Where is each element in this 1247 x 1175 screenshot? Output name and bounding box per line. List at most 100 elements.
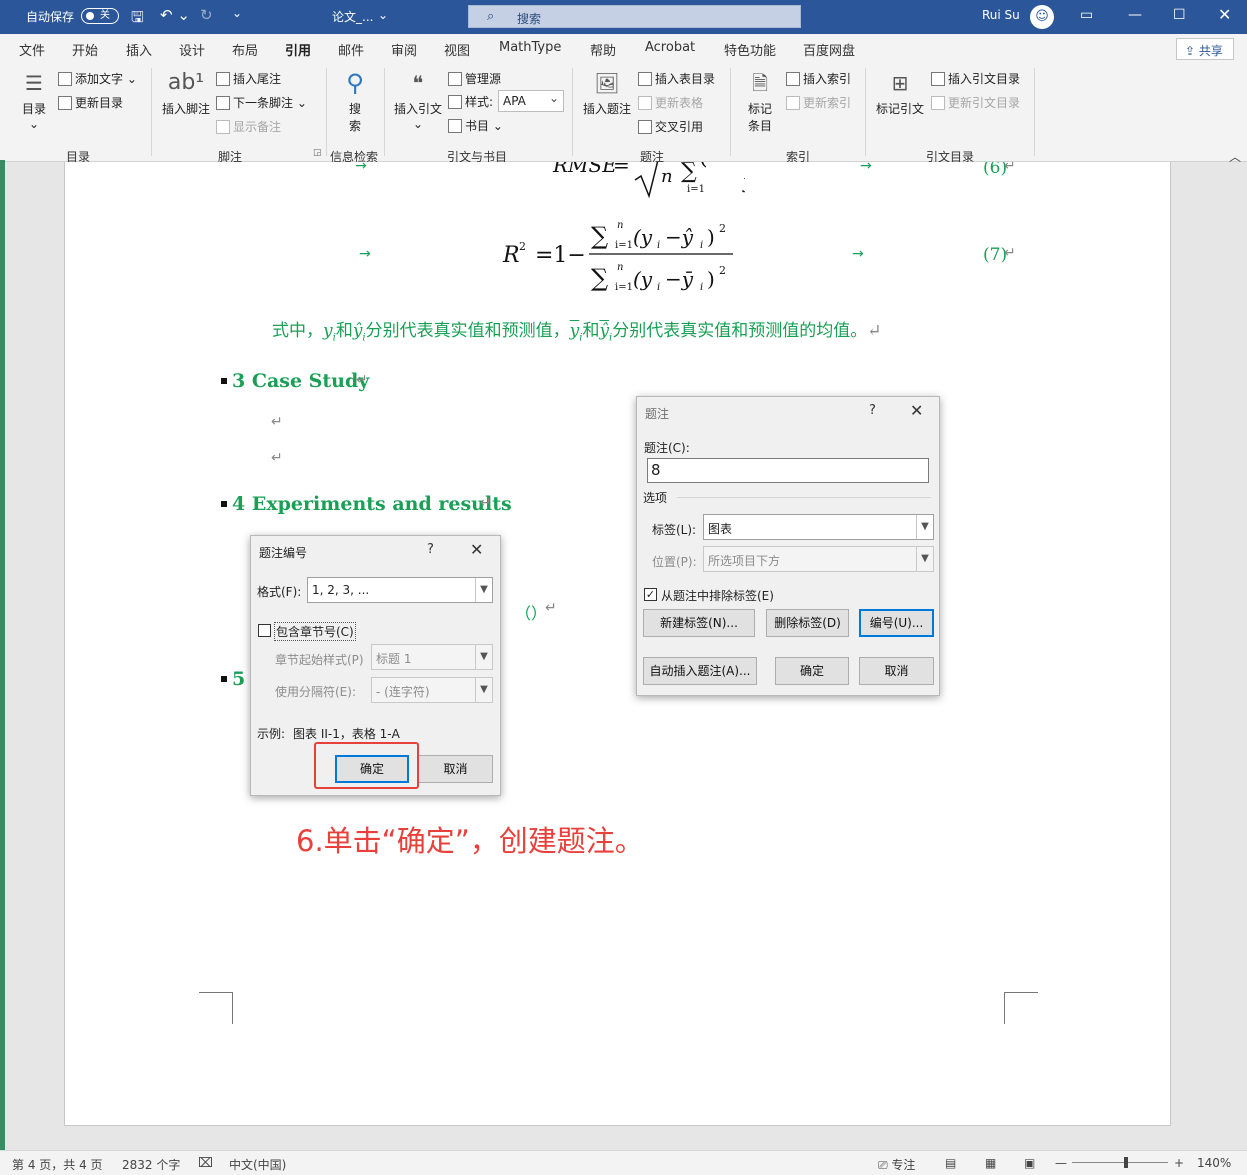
zoom-slider[interactable] — [1072, 1157, 1168, 1168]
update-toa-button[interactable]: 更新引文目录 — [931, 94, 1020, 111]
tab-mailings[interactable]: 邮件 — [338, 40, 364, 59]
document-title[interactable]: 论文_... — [332, 8, 373, 25]
tab-insert[interactable]: 插入 — [126, 40, 152, 59]
zoom-level[interactable]: 140% — [1197, 1156, 1231, 1170]
format-select[interactable]: 1, 2, 3, ... ▼ — [307, 577, 493, 603]
user-name[interactable]: Rui Su — [982, 8, 1020, 22]
insert-index-button[interactable]: 插入索引 — [786, 70, 851, 87]
manage-sources-icon — [448, 72, 462, 86]
focus-mode[interactable]: ⎚ 专注 — [878, 1156, 915, 1173]
close-icon[interactable]: ✕ — [1218, 5, 1231, 24]
mark-citation-button[interactable]: ⊞ 标记引文 — [874, 68, 926, 117]
maximize-icon[interactable]: ☐ — [1173, 7, 1186, 23]
update-toc-button[interactable]: 更新目录 — [58, 94, 123, 111]
label-select[interactable]: 图表 ▼ — [703, 514, 934, 540]
insert-footnote-button[interactable]: ab¹ 插入脚注 — [160, 68, 212, 117]
include-chapter-checkbox[interactable] — [258, 624, 271, 637]
read-mode-icon[interactable]: ▤ — [945, 1156, 956, 1170]
tab-features[interactable]: 特色功能 — [724, 40, 776, 59]
search-box[interactable]: ⌕ 搜索 — [468, 5, 801, 28]
separator-select[interactable]: - (连字符) ▼ — [371, 677, 493, 703]
save-icon[interactable]: 🖫 — [131, 7, 144, 32]
svg-text:n: n — [617, 262, 623, 273]
endnote-icon — [216, 72, 230, 86]
caption-text-input[interactable]: 8 — [647, 458, 929, 483]
divider — [677, 497, 931, 498]
title-dropdown-icon[interactable]: ⌄ — [378, 8, 388, 22]
tab-file[interactable]: 文件 — [19, 40, 45, 59]
tab-home[interactable]: 开始 — [72, 40, 98, 59]
update-toa-label: 更新引文目录 — [948, 96, 1021, 110]
zoom-in-icon[interactable]: + — [1174, 1156, 1184, 1170]
minimize-icon[interactable]: — — [1128, 7, 1142, 23]
numbering-cancel-button[interactable]: 取消 — [418, 755, 493, 783]
manage-sources-button[interactable]: 管理源 — [448, 70, 501, 87]
separator — [326, 68, 327, 156]
citation-style-select[interactable]: APA — [498, 90, 564, 112]
share-button[interactable]: ⇪ 共享 — [1176, 38, 1234, 60]
undo-icon[interactable]: ↶ ⌄ — [160, 6, 190, 24]
zoom-out-icon[interactable]: — — [1055, 1156, 1067, 1170]
proofing-icon[interactable]: ⌧ — [198, 1156, 213, 1171]
chapter-style-select[interactable]: 标题 1 ▼ — [371, 644, 493, 670]
word-count[interactable]: 2832 个字 — [122, 1156, 180, 1173]
language[interactable]: 中文(中国) — [229, 1156, 286, 1173]
caption-ok-button[interactable]: 确定 — [775, 657, 849, 685]
insert-caption-button[interactable]: 🖼 插入题注 — [580, 68, 634, 117]
autosave-toggle[interactable]: 关 — [81, 8, 119, 24]
tab-layout[interactable]: 布局 — [232, 40, 258, 59]
tab-acrobat[interactable]: Acrobat — [645, 40, 695, 55]
caption-label: 题注(C): — [644, 441, 690, 455]
tab-help[interactable]: 帮助 — [590, 40, 616, 59]
insert-endnote-button[interactable]: 插入尾注 — [216, 70, 281, 87]
update-index-icon — [786, 96, 800, 110]
toc-button[interactable]: ☰ 目录 ⌄ — [14, 68, 54, 131]
exclude-label-checkbox[interactable]: ✓ — [644, 588, 657, 601]
help-icon[interactable]: ? — [869, 403, 876, 418]
svg-text:i: i — [657, 240, 660, 251]
tab-references[interactable]: 引用 — [285, 40, 312, 65]
update-index-button[interactable]: 更新索引 — [786, 94, 851, 111]
cross-reference-button[interactable]: 交叉引用 — [638, 118, 703, 135]
next-footnote-button[interactable]: 下一条脚注 ⌄ — [216, 94, 307, 111]
tab-mathtype[interactable]: MathType — [499, 40, 561, 55]
web-layout-icon[interactable]: ▣ — [1024, 1156, 1035, 1170]
document-page[interactable]: RMSE = n ∑ i=1 ( y i → → (6) ↵ → R 2 =1−… — [64, 162, 1171, 1126]
chevron-down-icon: ▼ — [475, 645, 492, 669]
style-icon — [448, 95, 462, 109]
tab-baidu-netdisk[interactable]: 百度网盘 — [803, 40, 855, 59]
tab-design[interactable]: 设计 — [179, 40, 205, 59]
share-label: 共享 — [1198, 44, 1223, 58]
add-text-button[interactable]: 添加文字 ⌄ — [58, 70, 137, 87]
customize-qat-icon[interactable]: ⌄ — [232, 6, 242, 20]
search-ribbon-button[interactable]: ⚲ 搜索 — [336, 68, 374, 134]
bibliography-button[interactable]: 书目 ⌄ — [448, 117, 503, 134]
close-icon[interactable]: ✕ — [910, 401, 923, 420]
print-layout-icon[interactable]: ▦ — [985, 1156, 996, 1170]
mark-entry-button[interactable]: 🗎 标记条目 — [740, 68, 780, 134]
update-table-button[interactable]: 更新表格 — [638, 94, 703, 111]
position-select[interactable]: 所选项目下方 ▼ — [703, 546, 934, 572]
autocaption-button[interactable]: 自动插入题注(A)... — [643, 657, 757, 685]
zoom-slider-thumb[interactable] — [1124, 1157, 1128, 1168]
insert-table-of-figures-button[interactable]: 插入表目录 — [638, 70, 715, 87]
search-placeholder: 搜索 — [517, 12, 542, 26]
close-icon[interactable]: ✕ — [470, 540, 483, 559]
delete-label-button[interactable]: 删除标签(D) — [766, 609, 849, 637]
tab-review[interactable]: 审阅 — [391, 40, 417, 59]
insert-citation-button[interactable]: ❝ 插入引文 ⌄ — [392, 68, 444, 131]
include-chapter-label: 包含章节号(C) — [274, 622, 356, 641]
avatar[interactable]: ☺ — [1030, 5, 1054, 29]
insert-toa-button[interactable]: 插入引文目录 — [931, 70, 1020, 87]
ribbon-display-icon[interactable]: ▭ — [1080, 7, 1093, 23]
help-icon[interactable]: ? — [427, 542, 434, 557]
share-icon: ⇪ — [1185, 44, 1199, 58]
caption-cancel-button[interactable]: 取消 — [859, 657, 934, 685]
dialog-launcher-icon[interactable]: ◲ — [313, 148, 322, 158]
redo-icon[interactable]: ↻ — [200, 6, 213, 24]
show-notes-button[interactable]: 显示备注 — [216, 118, 281, 135]
tab-view[interactable]: 视图 — [444, 40, 470, 59]
numbering-button[interactable]: 编号(U)... — [859, 609, 934, 637]
page-count[interactable]: 第 4 页，共 4 页 — [12, 1156, 103, 1173]
new-label-button[interactable]: 新建标签(N)... — [643, 609, 755, 637]
